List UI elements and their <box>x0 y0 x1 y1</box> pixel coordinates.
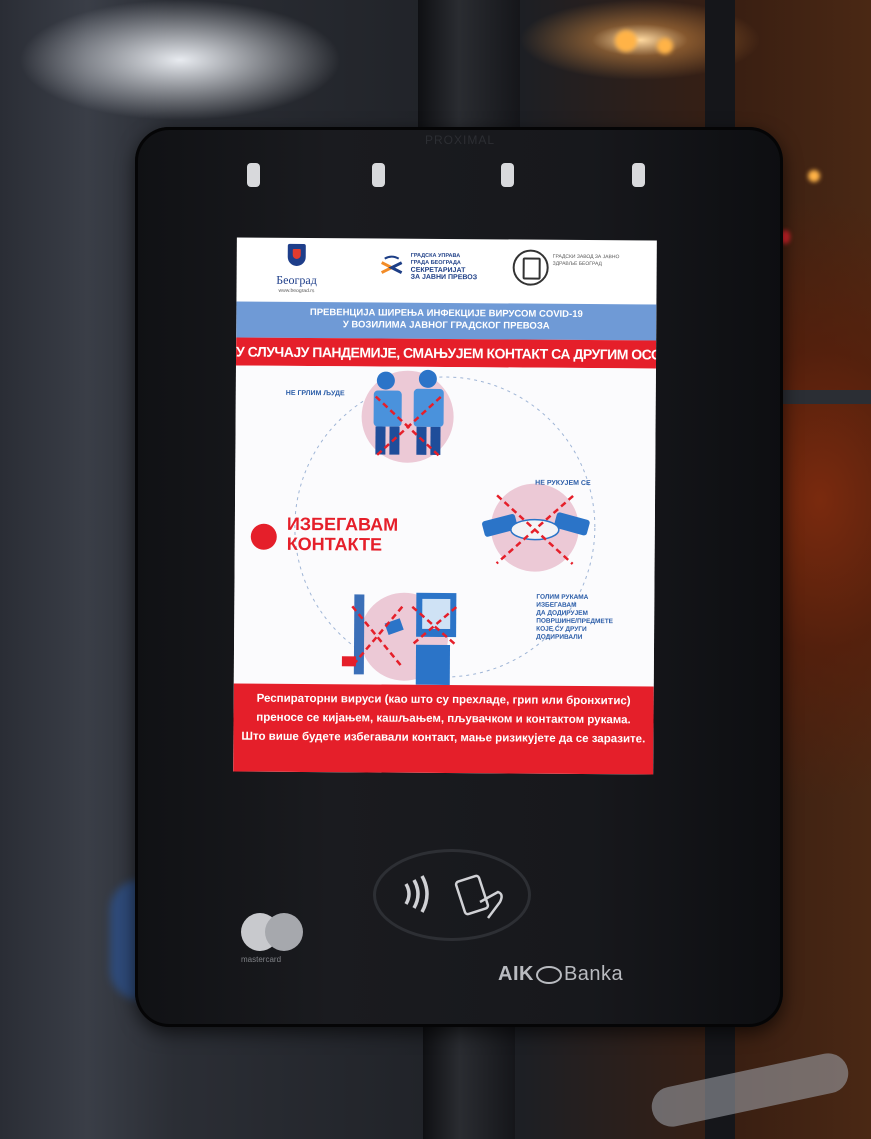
secretariat-line: ЗА ЈАВНИ ПРЕВОЗ <box>410 273 478 282</box>
pole <box>418 0 520 140</box>
contactless-reader[interactable] <box>373 849 531 941</box>
mastercard-wordmark: mastercard <box>241 955 282 964</box>
device-slot <box>372 163 385 187</box>
label-no-hugs: НЕ ГРЛИМ ЉУДЕ <box>285 389 345 398</box>
illustration-area: НЕ ГРЛИМ ЉУДЕ НЕ РУКУЈЕМ СЕ ИЗБЕГАВАМ КО… <box>233 365 656 687</box>
institute-emblem-icon <box>512 249 549 286</box>
avoid-line: ИЗБЕГАВАМ <box>286 513 399 535</box>
device-stamp: PROXIMAL <box>424 133 495 147</box>
device-slot <box>632 163 645 187</box>
device-slot <box>501 163 514 187</box>
ticket-validator: PROXIMAL Београд www.beograd.rs ГРАДСКА … <box>135 127 783 1027</box>
poster-headline: У СЛУЧАЈУ ПАНДЕМИЈЕ, СМАЊУЈЕМ КОНТАКТ СА… <box>235 337 657 369</box>
footer-line: Што више будете избегавали контакт, мање… <box>241 730 646 746</box>
avoid-contact-dot-icon <box>250 523 277 550</box>
header-line: У ВОЗИЛИМА ЈАВНОГ ГРАДСКОГ ПРЕВОЗА <box>342 319 550 332</box>
label-surfaces: ГОЛИМ РУКАМА ИЗБЕГАВАМ ДА ДОДИРУЈЕМ ПОВР… <box>536 594 613 643</box>
belgrade-name: Београд <box>276 272 317 288</box>
bank-name-rest: Banka <box>563 963 624 985</box>
surfaces-line: ДОДИРИВАЛИ <box>536 633 583 641</box>
belgrade-crest-icon <box>287 243 306 267</box>
poster-footer: Респираторни вируси (као што су прехладе… <box>233 683 654 775</box>
window-light <box>657 38 673 54</box>
logo-row: Београд www.beograd.rs ГРАДСКА УПРАВА ГР… <box>236 238 656 305</box>
card-tap-icon <box>454 874 503 919</box>
institute-text: ГРАДСКИ ЗАВОД ЗА ЈАВНО ЗДРАВЉЕ БЕОГРАД <box>552 253 620 267</box>
pole <box>423 1020 515 1139</box>
aik-banka-logo: AIK Banka <box>498 963 623 986</box>
avoid-line: КОНТАКТЕ <box>286 533 383 555</box>
bank-name-bold: AIK <box>498 963 534 985</box>
window-light <box>615 30 637 52</box>
hand-rail <box>648 1049 852 1131</box>
avoid-contact-text: ИЗБЕГАВАМ КОНТАКТЕ <box>287 514 399 555</box>
contactless-icon <box>404 875 429 913</box>
device-slot <box>247 163 260 187</box>
secretariat-text: ГРАДСКА УПРАВА ГРАДА БЕОГРАДА СЕКРЕТАРИЈ… <box>411 253 511 282</box>
belgrade-logo: Београд www.beograd.rs <box>266 243 326 295</box>
label-no-handshake: НЕ РУКУЈЕМ СЕ <box>535 479 591 488</box>
belgrade-url: www.beograd.rs <box>278 287 315 295</box>
window-light <box>808 170 820 182</box>
aik-emblem-icon <box>535 965 562 984</box>
mastercard-circle-icon <box>265 913 303 951</box>
validator-screen[interactable]: Београд www.beograd.rs ГРАДСКА УПРАВА ГР… <box>233 237 657 775</box>
public-health-institute-logo: ГРАДСКИ ЗАВОД ЗА ЈАВНО ЗДРАВЉЕ БЕОГРАД <box>512 249 633 286</box>
secretariat-logo: ГРАДСКА УПРАВА ГРАДА БЕОГРАДА СЕКРЕТАРИЈ… <box>379 253 509 281</box>
poster-header: ПРЕВЕНЦИЈА ШИРЕЊА ИНФЕКЦИЈЕ ВИРУСОМ COVI… <box>236 301 657 341</box>
secretariat-emblem-icon <box>380 255 403 275</box>
